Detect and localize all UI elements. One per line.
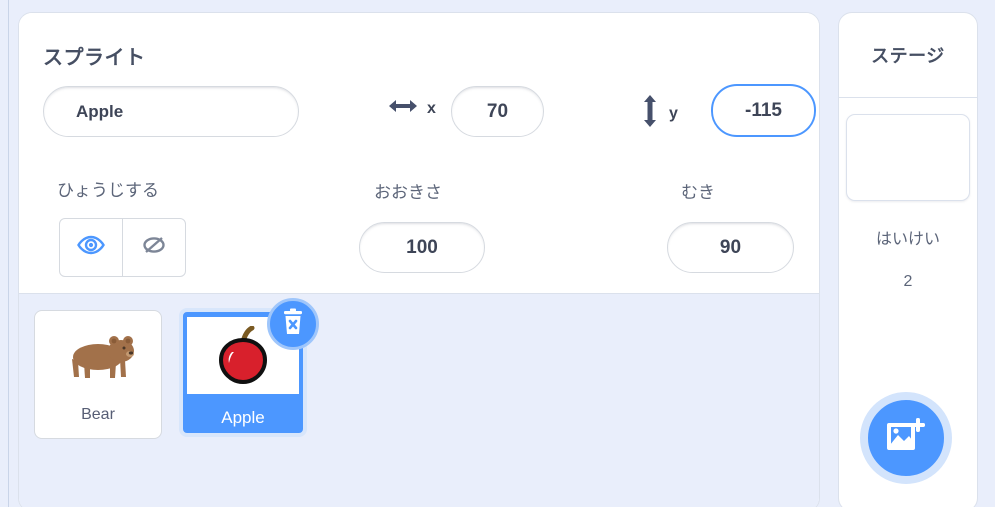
show-sprite-button[interactable] — [60, 219, 122, 276]
eye-slash-icon — [139, 234, 169, 261]
direction-input[interactable]: 90 — [667, 222, 794, 273]
horizontal-arrows-icon — [388, 96, 418, 121]
delete-sprite-button[interactable] — [267, 298, 319, 350]
hide-sprite-button[interactable] — [122, 219, 185, 276]
visibility-toggle-group — [59, 218, 186, 277]
show-label: ひょうじする — [57, 181, 159, 200]
direction-label: むき — [681, 183, 715, 202]
add-backdrop-button[interactable] — [860, 392, 952, 484]
sprite-panel: スプライト Apple x 70 y -115 ひょうじする おおきさ 100 … — [18, 12, 820, 507]
y-axis-group: y — [640, 94, 678, 133]
eye-icon — [76, 234, 106, 261]
sprite-list: Bear Apple — [19, 294, 819, 507]
page-title: スプライト — [43, 47, 146, 69]
stage-thumbnail[interactable] — [846, 114, 970, 201]
sprite-tile-label: Apple — [221, 408, 265, 427]
sprite-info-section: スプライト Apple x 70 y -115 ひょうじする おおきさ 100 … — [19, 13, 819, 294]
bear-thumbnail — [35, 311, 161, 406]
x-axis-group: x — [388, 96, 436, 121]
x-axis-label: x — [427, 99, 436, 117]
y-position-input[interactable]: -115 — [711, 84, 816, 137]
scratch-sprite-pane: スプライト Apple x 70 y -115 ひょうじする おおきさ 100 … — [0, 0, 995, 507]
x-position-input[interactable]: 70 — [451, 86, 544, 137]
backdrop-count: 2 — [903, 273, 913, 290]
size-input[interactable]: 100 — [359, 222, 485, 273]
image-plus-icon — [883, 415, 929, 462]
left-edge-rule — [8, 0, 9, 507]
backdrop-label: はいけい — [875, 231, 940, 248]
vertical-arrows-icon — [640, 94, 660, 133]
sprite-tile-label: Bear — [81, 406, 115, 423]
y-axis-label: y — [669, 104, 678, 122]
stage-title: ステージ — [839, 13, 977, 98]
size-label: おおきさ — [374, 183, 442, 202]
trash-delete-icon — [280, 308, 306, 341]
sprite-tile-bear[interactable]: Bear — [34, 310, 162, 439]
sprite-tile-apple[interactable]: Apple — [179, 298, 319, 437]
sprite-name-input[interactable]: Apple — [43, 86, 299, 137]
